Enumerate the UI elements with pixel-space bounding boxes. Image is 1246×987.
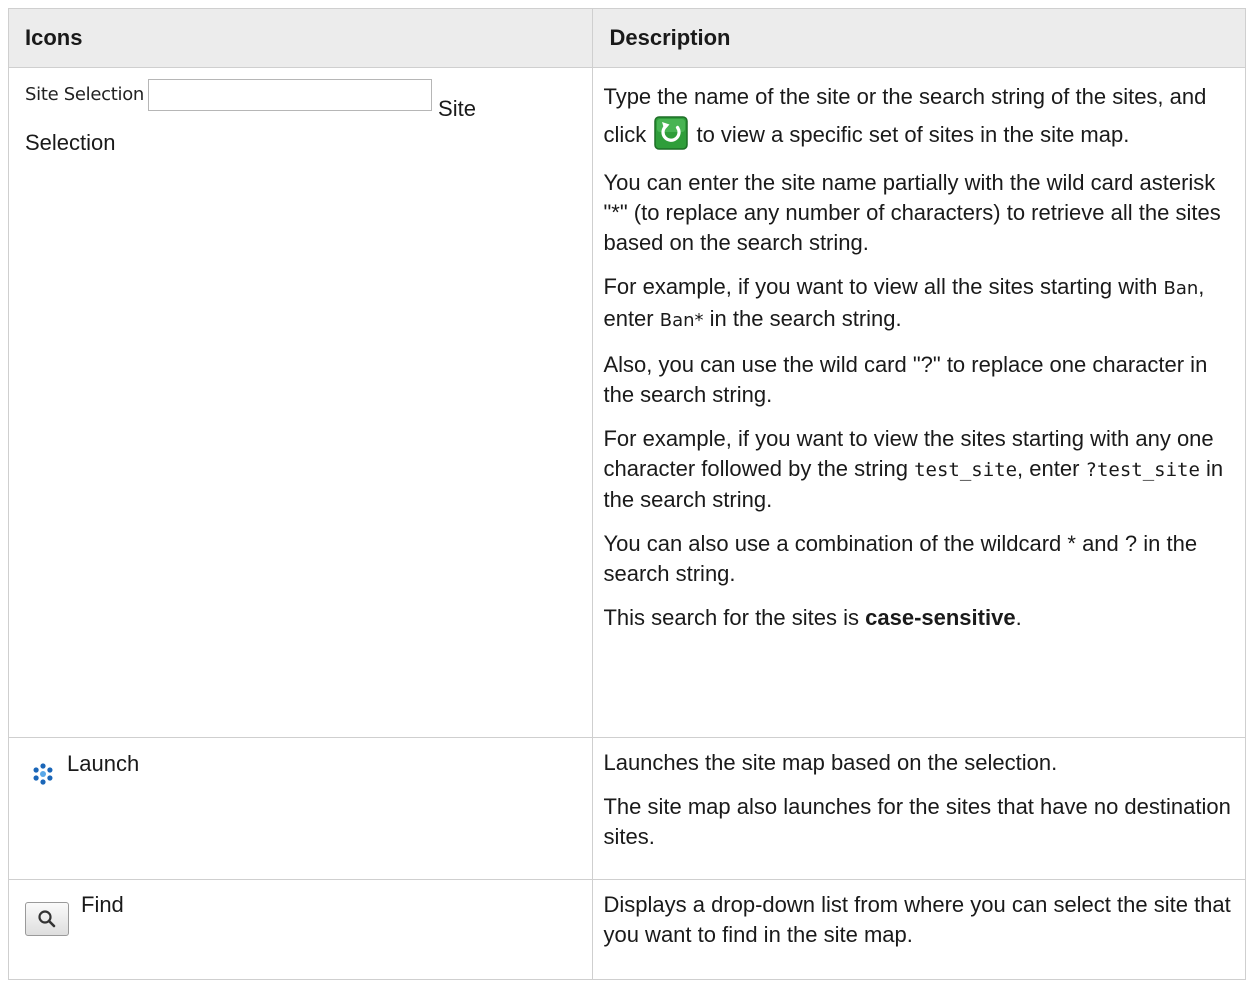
description-paragraph: You can also use a combination of the wi…: [603, 531, 1198, 586]
icons-description-table: Icons Description Site Selection Site Se…: [7, 8, 1246, 980]
code-text: Ban: [1163, 278, 1199, 299]
site-selection-description-cell: Type the name of the site or the search …: [592, 67, 1246, 738]
find-label: Find: [81, 892, 124, 917]
site-selection-label: Site Selection: [25, 84, 145, 105]
desc-text: , enter: [1017, 456, 1086, 481]
header-description: Description: [592, 8, 1246, 68]
desc-text: .: [1015, 605, 1022, 630]
site-selection-text-1: Site: [438, 96, 476, 121]
launch-icon-cell: Launch: [7, 737, 594, 880]
code-text: test_site: [914, 459, 1018, 481]
description-paragraph: The site map also launches for the sites…: [603, 794, 1231, 849]
refresh-icon: [654, 116, 689, 150]
launch-item: Launch: [25, 748, 578, 786]
bold-text: case-sensitive: [865, 605, 1016, 630]
table-row: Find Displays a drop-down list from wher…: [7, 879, 1246, 980]
description-paragraph: For example, if you want to view all the…: [603, 272, 1237, 336]
find-icon-cell: Find: [7, 879, 594, 980]
description-paragraph: Launches the site map based on the selec…: [603, 750, 1058, 775]
launch-label: Launch: [67, 751, 140, 776]
launch-description-cell: Launches the site map based on the selec…: [592, 737, 1246, 880]
find-description-cell: Displays a drop-down list from where you…: [592, 879, 1246, 980]
site-selection-icon-cell: Site Selection Site Selection: [7, 67, 594, 738]
site-selection-input[interactable]: [148, 79, 433, 111]
code-text: Ban*: [659, 310, 704, 331]
table-row: Launch Launches the site map based on th…: [7, 737, 1246, 880]
description-paragraph: Also, you can use the wild card "?" to r…: [603, 352, 1208, 407]
description-paragraph: Type the name of the site or the search …: [603, 78, 1237, 154]
table-header-row: Icons Description: [7, 8, 1246, 68]
code-text: ?test_site: [1085, 459, 1200, 481]
launch-icon[interactable]: [31, 762, 55, 786]
find-button[interactable]: [25, 902, 69, 936]
desc-text: to view a specific set of sites in the s…: [690, 122, 1130, 147]
desc-text: For example, if you want to view all the…: [603, 274, 1164, 299]
desc-text: in the search string.: [703, 306, 902, 331]
find-item: Find: [25, 890, 578, 936]
description-paragraph: For example, if you want to view the sit…: [603, 424, 1237, 515]
header-icons: Icons: [7, 8, 594, 68]
desc-text: This search for the sites is: [603, 605, 866, 630]
site-selection-widget: Site Selection: [25, 78, 433, 112]
description-paragraph: You can enter the site name partially wi…: [603, 170, 1221, 255]
description-paragraph: Displays a drop-down list from where you…: [603, 892, 1231, 947]
search-icon: [38, 910, 56, 928]
description-paragraph: This search for the sites is case-sensit…: [603, 603, 1237, 633]
site-selection-text-2: Selection: [25, 130, 116, 155]
table-row: Site Selection Site Selection Type the n…: [7, 67, 1246, 738]
